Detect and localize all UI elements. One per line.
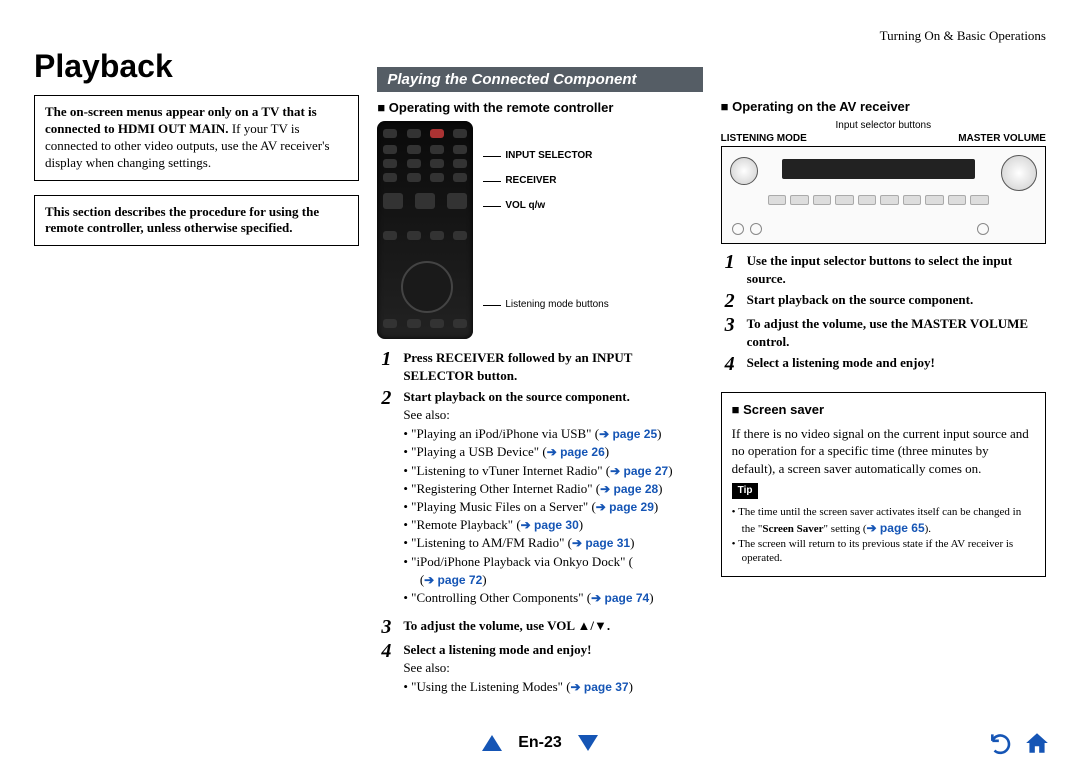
screen-saver-box: Screen saver If there is no video signal… (721, 392, 1046, 577)
page-number: En-23 (518, 734, 562, 752)
rstep-3: 3 To adjust the volume, use the MASTER V… (721, 315, 1046, 350)
screen-saver-title: Screen saver (732, 401, 1035, 419)
note-box: The on-screen menus appear only on a TV … (34, 95, 359, 181)
xref-page-30[interactable]: ➔ page 30 (521, 518, 579, 532)
remote-diagram: INPUT SELECTOR RECEIVER VOL q/w Listenin… (377, 121, 702, 339)
breadcrumb: Turning On & Basic Operations (34, 28, 1046, 44)
caption-input-selector: Input selector buttons (721, 120, 1046, 131)
rstep-1: 1 Use the input selector buttons to sele… (721, 252, 1046, 287)
page-footer: En-23 (0, 734, 1080, 752)
step-2: 2 Start playback on the source component… (377, 388, 702, 613)
col-3: Operating on the AV receiver Input selec… (721, 95, 1046, 764)
tip-badge: Tip (732, 483, 759, 499)
label-listening-mode: Listening mode buttons (483, 299, 608, 310)
xref-page-31[interactable]: ➔ page 31 (572, 536, 630, 550)
see-also-list-2: "Using the Listening Modes" (➔ page 37) (403, 678, 702, 696)
step-4: 4 Select a listening mode and enjoy! See… (377, 641, 702, 702)
xref-page-27[interactable]: ➔ page 27 (610, 464, 668, 478)
tips-list: The time until the screen saver activate… (732, 505, 1035, 566)
step-3: 3 To adjust the volume, use VOL ▲/▼. (377, 617, 702, 637)
xref-page-65[interactable]: ➔ page 65 (867, 521, 925, 535)
xref-page-72[interactable]: ➔ page 72 (424, 573, 482, 587)
receiver-diagram: Input selector buttons LISTENING MODE MA… (721, 120, 1046, 244)
label-receiver: RECEIVER (483, 175, 608, 186)
prev-page-icon[interactable] (482, 735, 502, 751)
xref-page-26[interactable]: ➔ page 26 (547, 445, 605, 459)
label-vol: VOL q/w (483, 200, 608, 211)
xref-page-37[interactable]: ➔ page 37 (571, 680, 629, 694)
label-input-selector: INPUT SELECTOR (483, 150, 608, 161)
screen-saver-body: If there is no video signal on the curre… (732, 425, 1035, 478)
remote-image (377, 121, 473, 339)
xref-page-25[interactable]: ➔ page 25 (599, 427, 657, 441)
xref-page-28[interactable]: ➔ page 28 (600, 482, 658, 496)
caption-master-volume: MASTER VOLUME (958, 133, 1046, 144)
section-title: Playing the Connected Component (377, 67, 702, 92)
subhead-av-receiver: Operating on the AV receiver (721, 99, 1046, 114)
steps-receiver: 1 Use the input selector buttons to sele… (721, 252, 1046, 374)
back-icon[interactable] (988, 730, 1014, 756)
xref-page-74[interactable]: ➔ page 74 (591, 591, 649, 605)
caption-listening-mode: LISTENING MODE (721, 133, 807, 144)
col-1: The on-screen menus appear only on a TV … (34, 95, 359, 764)
intro-box: This section describes the procedure for… (34, 195, 359, 247)
rstep-2: 2 Start playback on the source component… (721, 291, 1046, 311)
subhead-remote: Operating with the remote controller (377, 100, 702, 115)
next-page-icon[interactable] (578, 735, 598, 751)
content-columns: The on-screen menus appear only on a TV … (34, 95, 1046, 764)
see-also-list-1: "Playing an iPod/iPhone via USB" (➔ page… (403, 425, 702, 607)
rstep-4: 4 Select a listening mode and enjoy! (721, 354, 1046, 374)
steps-remote: 1 Press RECEIVER followed by an INPUT SE… (377, 349, 702, 702)
step-1: 1 Press RECEIVER followed by an INPUT SE… (377, 349, 702, 384)
home-icon[interactable] (1024, 730, 1050, 756)
remote-labels: INPUT SELECTOR RECEIVER VOL q/w Listenin… (483, 150, 608, 310)
receiver-image (721, 146, 1046, 244)
xref-page-29[interactable]: ➔ page 29 (596, 500, 654, 514)
col-2: Playing the Connected Component Operatin… (377, 95, 702, 764)
